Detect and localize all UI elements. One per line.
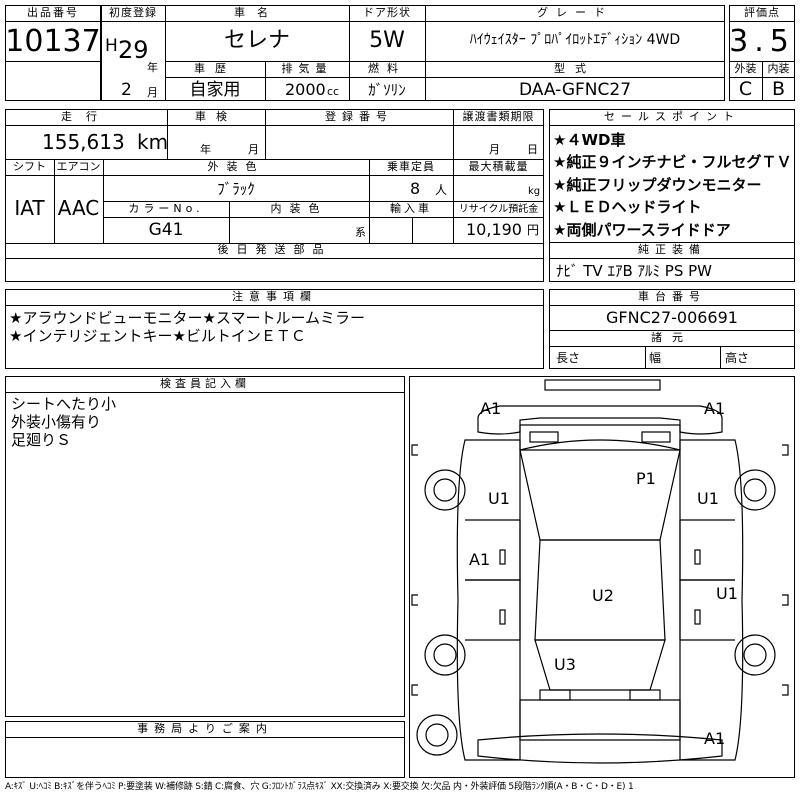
mark-rear: U3: [554, 655, 576, 674]
diagram-taillight-right: [629, 689, 661, 701]
diagram-front-bumper: [477, 405, 723, 435]
diagram-headlight-left: [529, 431, 559, 443]
mark-front-left: A1: [480, 399, 502, 418]
diagram-wheel-fl-inner: [433, 478, 457, 502]
diagram-mirror-right: [782, 444, 789, 456]
diagram-spare-tire-inner: [425, 723, 449, 747]
diagram-bracket-left: [411, 594, 418, 606]
diagram-wheel-fr-inner: [743, 478, 767, 502]
mark-rear-bumper: A1: [704, 729, 726, 748]
diagram-handle: [499, 549, 506, 565]
mark-fender-right: U1: [697, 489, 719, 508]
diagram-mirror-left: [411, 444, 418, 456]
car-diagram: [411, 379, 789, 764]
diagram-headlight-right: [641, 431, 671, 443]
diagram-rear-door-left: [465, 579, 521, 641]
damage-legend: A:ｷｽﾞ U:ﾍｺﾐ B:ｷｽﾞを伴うﾍｺﾐ P:要塗装 W:補修跡 S:錆 …: [5, 782, 634, 792]
diagram-hood: [519, 439, 681, 541]
diagram-body-left: [456, 439, 521, 761]
mark-front-right: A1: [704, 399, 726, 418]
diagram-bracket-right: [782, 594, 789, 606]
diagram-handle: [694, 609, 701, 625]
diagram-bracket-left-rear: [411, 684, 418, 696]
diagram-spare-tire: [416, 714, 458, 756]
diagram-top-bar: [544, 379, 661, 391]
diagram-handle: [694, 549, 701, 565]
diagram-rear-bumper: [477, 733, 723, 764]
mark-door-right: U1: [716, 584, 738, 603]
diagram-wheel-rl-inner: [433, 643, 457, 667]
mark-fender-left: U1: [488, 489, 510, 508]
diagram-taillight-left: [539, 689, 571, 701]
mark-door-left: A1: [469, 550, 491, 569]
diagram-wheel-rr-inner: [743, 643, 767, 667]
diagram-wheel-rr: [734, 634, 776, 676]
diagram-handle: [499, 609, 506, 625]
mark-hood: P1: [636, 469, 656, 488]
mark-roof: U2: [592, 586, 614, 605]
diagram-bracket-right-rear: [782, 684, 789, 696]
diagram-wheel-rl: [424, 634, 466, 676]
diagram-grille: [519, 424, 681, 451]
diagram-front-door-right: [679, 519, 735, 581]
